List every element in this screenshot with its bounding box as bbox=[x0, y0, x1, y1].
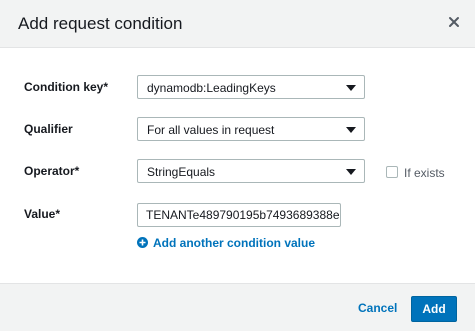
condition-key-label: Condition key* bbox=[24, 80, 109, 94]
chevron-down-icon bbox=[346, 85, 356, 91]
if-exists-label: If exists bbox=[404, 166, 445, 180]
qualifier-value: For all values in request bbox=[147, 123, 275, 137]
qualifier-select[interactable]: For all values in request bbox=[137, 117, 365, 141]
cancel-button[interactable]: Cancel bbox=[358, 301, 397, 315]
dialog-title: Add request condition bbox=[18, 14, 183, 33]
chevron-down-icon bbox=[346, 169, 356, 175]
add-button[interactable]: Add bbox=[411, 296, 457, 322]
condition-key-select[interactable]: dynamodb:LeadingKeys bbox=[137, 75, 365, 99]
dialog-header: Add request condition bbox=[0, 0, 475, 48]
operator-label: Operator* bbox=[24, 164, 80, 178]
value-label: Value* bbox=[24, 207, 61, 221]
if-exists-checkbox[interactable] bbox=[386, 166, 398, 178]
add-request-condition-dialog: Add request condition Condition key* dyn… bbox=[0, 0, 475, 331]
qualifier-label: Qualifier bbox=[24, 122, 73, 136]
plus-circle-icon bbox=[137, 237, 148, 248]
operator-select[interactable]: StringEquals bbox=[137, 159, 365, 183]
chevron-down-icon bbox=[346, 127, 356, 133]
close-icon[interactable] bbox=[447, 15, 461, 29]
condition-value-input[interactable]: TENANTe489790195b7493689388e0 bbox=[137, 203, 341, 227]
dialog-footer: Cancel Add bbox=[0, 283, 475, 331]
condition-key-value: dynamodb:LeadingKeys bbox=[147, 81, 276, 95]
add-value-link-text[interactable]: Add another condition value bbox=[153, 236, 315, 250]
operator-value: StringEquals bbox=[147, 165, 216, 179]
